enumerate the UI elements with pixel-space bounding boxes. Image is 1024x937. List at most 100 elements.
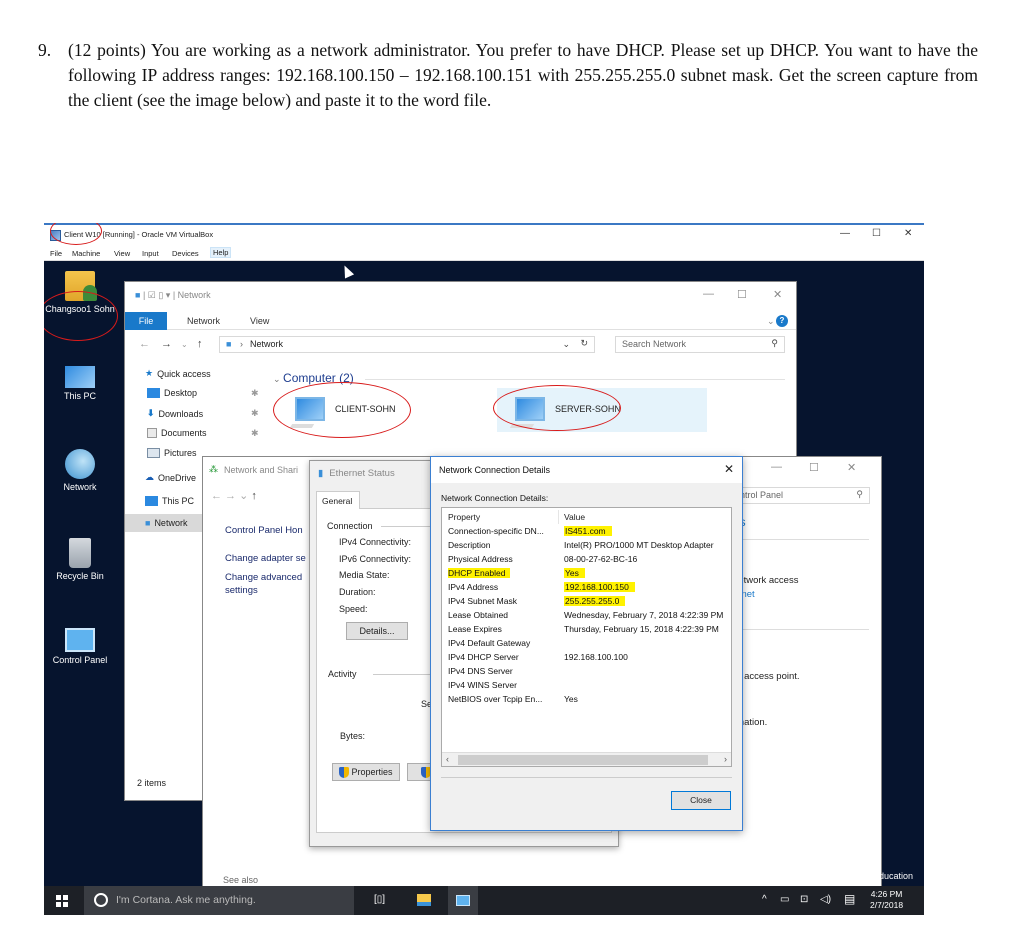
property-cell: Description [448, 540, 491, 550]
control-panel-home-link[interactable]: Control Panel Hon [225, 525, 303, 536]
desktop-icon-recycle-bin[interactable]: Recycle Bin [44, 538, 116, 582]
recycle-bin-icon [69, 538, 91, 568]
recent-locations-button[interactable]: ⌄ [181, 340, 188, 349]
pin-icon: ✱ [251, 387, 259, 398]
clock[interactable]: 4:26 PM 2/7/2018 [870, 889, 903, 911]
menu-view[interactable]: View [114, 249, 130, 258]
change-advanced-settings-link[interactable]: Change advanced [225, 571, 302, 584]
up-button[interactable]: ↑ [197, 338, 203, 350]
search-input[interactable]: ntrol Panel ⚲ [735, 487, 870, 504]
forward-button[interactable]: → [161, 338, 172, 350]
action-center-icon[interactable]: ▤ [844, 892, 855, 906]
refresh-icon[interactable]: ↻ [580, 338, 588, 349]
close-button[interactable]: ✕ [847, 461, 856, 474]
back-button[interactable]: ← [139, 338, 150, 350]
details-button[interactable]: Details... [346, 622, 408, 640]
close-button[interactable]: ✕ [904, 228, 912, 239]
desktop-icon-control-panel[interactable]: Control Panel [44, 628, 116, 666]
minimize-button[interactable]: — [840, 228, 850, 239]
value-cell: Thursday, February 15, 2018 4:22:39 PM [564, 624, 719, 634]
power-icon[interactable]: ▭ [780, 894, 789, 905]
task-view-icon[interactable]: [▯] [374, 894, 385, 905]
maximize-button[interactable]: ☐ [872, 228, 881, 239]
tab-view[interactable]: View [250, 316, 269, 326]
network-warning-icon[interactable]: ⊡ [800, 894, 808, 905]
minimize-button[interactable]: — [771, 461, 782, 473]
menu-file[interactable]: File [50, 249, 62, 258]
value-cell: IS451.com [564, 526, 612, 536]
desktop-icon-network[interactable]: Network [44, 449, 116, 493]
nav-label: Downloads [158, 408, 204, 419]
desktop-icon-this-pc[interactable]: This PC [44, 360, 116, 402]
horizontal-scrollbar[interactable]: ‹ › [442, 752, 731, 766]
network-icon: ■ [226, 339, 232, 349]
nav-documents[interactable]: Documents ✱ [147, 428, 259, 438]
search-input[interactable]: Search Network ⚲ [615, 336, 785, 353]
help-icon[interactable]: ? [776, 315, 788, 327]
property-cell: IPv4 Default Gateway [448, 638, 531, 648]
nsc-title: Network and Shari [224, 464, 299, 475]
pin-icon: ✱ [251, 427, 259, 438]
menu-machine[interactable]: Machine [72, 249, 100, 258]
details-list[interactable]: Property Value Connection-specific DN...… [441, 507, 732, 767]
windows-start-icon[interactable] [56, 895, 68, 907]
property-cell: Connection-specific DN... [448, 526, 544, 536]
nav-network[interactable]: ■ Network [145, 518, 187, 528]
cortana-search-box[interactable]: I'm Cortana. Ask me anything. [84, 886, 354, 915]
nav-desktop[interactable]: Desktop ✱ [147, 388, 259, 398]
scroll-left-icon[interactable]: ‹ [446, 754, 449, 764]
volume-icon[interactable]: ◁) [820, 894, 831, 905]
breadcrumb-network[interactable]: Network [250, 339, 283, 349]
close-icon[interactable]: ✕ [724, 462, 734, 476]
column-separator [558, 510, 559, 524]
tab-general[interactable]: General [316, 491, 360, 509]
close-button[interactable]: ✕ [773, 288, 782, 301]
screenshot-virtualbox: Client W10 [Running] - Oracle VM Virtual… [44, 223, 924, 915]
change-advanced-settings-link-line2[interactable]: settings [225, 584, 258, 597]
control-panel-icon [456, 895, 470, 906]
dialog-titlebar: Network Connection Details ✕ [431, 457, 742, 483]
red-annotation-ellipse [273, 382, 411, 438]
nav-label: This PC [162, 496, 195, 506]
scrollbar-thumb[interactable] [458, 755, 708, 765]
computer-icon [65, 366, 95, 388]
media-state-label: Media State: [339, 570, 390, 580]
maximize-button[interactable]: ☐ [737, 288, 747, 301]
nav-downloads[interactable]: ⬇ Downloads ✱ [147, 408, 259, 419]
scroll-right-icon[interactable]: › [724, 754, 727, 764]
menu-devices[interactable]: Devices [172, 249, 199, 258]
column-header-property[interactable]: Property [448, 512, 480, 522]
close-button[interactable]: Close [671, 791, 731, 810]
menu-input[interactable]: Input [142, 249, 159, 258]
maximize-button[interactable]: ☐ [809, 461, 819, 474]
nav-quick-access[interactable]: ★ Quick access [145, 368, 211, 379]
property-cell: IPv4 DHCP Server [448, 652, 519, 662]
control-panel-taskbar-button[interactable] [448, 886, 478, 915]
menu-help[interactable]: Help [210, 247, 232, 258]
activity-label: Activity [328, 669, 357, 679]
clock-time: 4:26 PM [870, 889, 903, 899]
nav-buttons[interactable]: ← → ⌄ ↑ [211, 489, 257, 502]
property-cell: IPv4 Address [448, 582, 499, 592]
chevron-up-icon[interactable]: ^ [762, 894, 767, 905]
value-cell: Intel(R) PRO/1000 MT Desktop Adapter [564, 540, 714, 550]
change-adapter-settings-link[interactable]: Change adapter se [225, 552, 306, 565]
nav-onedrive[interactable]: ☁ OneDrive [145, 472, 196, 483]
red-annotation-ellipse [493, 385, 621, 431]
nav-label: Desktop [164, 388, 198, 398]
nav-pictures[interactable]: Pictures [147, 448, 197, 458]
nav-this-pc[interactable]: This PC [145, 496, 194, 506]
tab-file[interactable]: File [125, 312, 167, 330]
address-dropdown-icon[interactable]: ⌄ [562, 339, 570, 350]
dialog-title: Network Connection Details [439, 465, 551, 475]
mouse-cursor-icon [339, 263, 355, 279]
address-bar-row: ← → ⌄ ↑ ■ › Network ⌄ ↻ Search Network ⚲ [125, 334, 796, 356]
file-explorer-taskbar-icon[interactable] [417, 894, 431, 906]
tab-network[interactable]: Network [187, 316, 220, 326]
property-cell: Physical Address [448, 554, 513, 564]
address-input[interactable]: ■ › Network ⌄ ↻ [219, 336, 595, 353]
minimize-button[interactable]: — [703, 288, 714, 300]
ribbon-expand-icon[interactable]: ⌄ [767, 316, 775, 327]
column-header-value[interactable]: Value [564, 512, 585, 522]
properties-button[interactable]: Properties [332, 763, 400, 781]
